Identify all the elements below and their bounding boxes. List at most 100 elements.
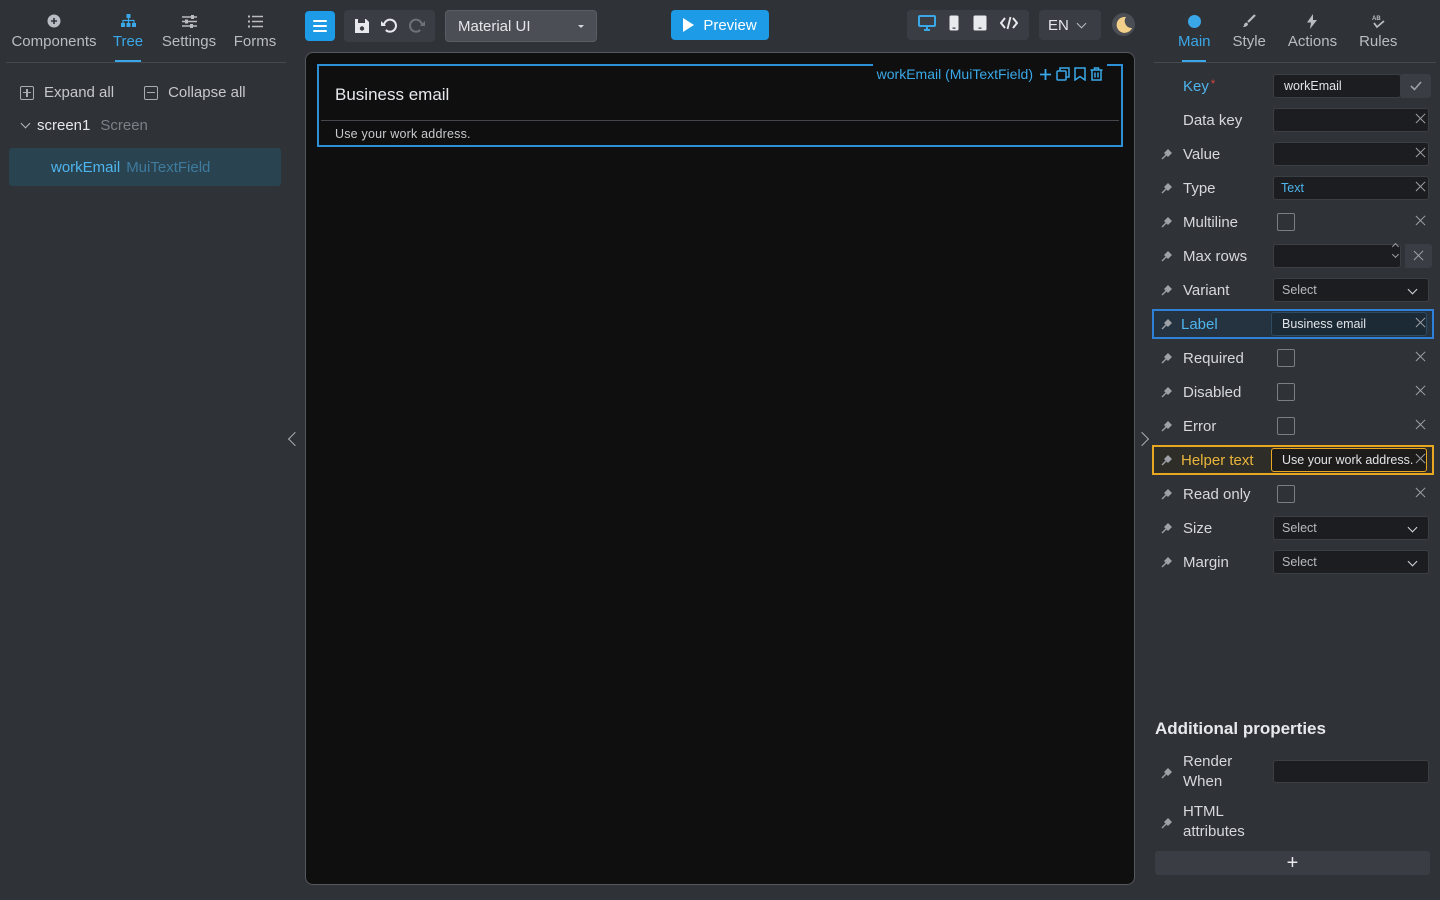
additional-properties-title: Additional properties bbox=[1155, 719, 1326, 738]
pin-icon[interactable] bbox=[1161, 488, 1173, 500]
undo-icon[interactable] bbox=[377, 14, 401, 38]
error-checkbox[interactable] bbox=[1277, 417, 1295, 435]
prop-label: Label Business email bbox=[1152, 309, 1434, 339]
expand-all-button[interactable]: Expand all bbox=[20, 84, 114, 101]
clear-icon[interactable] bbox=[1415, 453, 1426, 464]
tab-settings[interactable]: Settings bbox=[154, 0, 224, 62]
pin-icon[interactable] bbox=[1161, 766, 1173, 784]
redo-icon[interactable] bbox=[405, 14, 429, 38]
confirm-key-button[interactable] bbox=[1401, 74, 1431, 98]
tab-label: Style bbox=[1232, 33, 1266, 50]
pin-icon[interactable] bbox=[1161, 556, 1173, 568]
check-icon bbox=[1410, 81, 1422, 91]
data-key-input[interactable] bbox=[1273, 108, 1429, 132]
clear-icon[interactable] bbox=[1415, 181, 1426, 192]
pin-icon[interactable] bbox=[1161, 386, 1173, 398]
margin-select[interactable]: Select bbox=[1273, 550, 1429, 574]
pin-icon[interactable] bbox=[1161, 250, 1173, 262]
number-stepper-icon[interactable] bbox=[1391, 242, 1400, 259]
pin-icon[interactable] bbox=[1161, 318, 1173, 330]
pin-icon[interactable] bbox=[1161, 420, 1173, 432]
history-toolbar bbox=[344, 10, 435, 42]
prop-value-label: Value bbox=[1183, 145, 1221, 163]
dark-mode-toggle[interactable] bbox=[1112, 13, 1135, 36]
tab-style[interactable]: Style bbox=[1233, 0, 1266, 62]
chevron-down-icon[interactable] bbox=[20, 118, 31, 129]
clear-icon[interactable] bbox=[1415, 147, 1426, 158]
clear-icon[interactable] bbox=[1415, 487, 1426, 498]
tree-node-workemail[interactable]: workEmail MuiTextField bbox=[9, 148, 281, 186]
pin-icon[interactable] bbox=[1161, 284, 1173, 296]
disabled-checkbox[interactable] bbox=[1277, 383, 1295, 401]
multiline-checkbox[interactable] bbox=[1277, 213, 1295, 231]
clear-icon bbox=[1413, 250, 1424, 261]
size-select[interactable]: Select bbox=[1273, 516, 1429, 540]
language-select[interactable]: EN bbox=[1039, 10, 1101, 40]
svg-text:AB: AB bbox=[1372, 16, 1381, 22]
prop-data-key-label: Data key bbox=[1183, 111, 1243, 129]
pin-icon[interactable] bbox=[1161, 522, 1173, 534]
text-field-helper: Use your work address. bbox=[335, 127, 471, 141]
tab-label: Rules bbox=[1359, 33, 1398, 50]
selected-component-outline[interactable]: workEmail (MuiTextField) Business email … bbox=[317, 63, 1123, 147]
tab-components[interactable]: Components bbox=[6, 0, 102, 62]
pin-icon[interactable] bbox=[1161, 182, 1173, 194]
tab-rules[interactable]: AB Rules bbox=[1359, 0, 1397, 62]
clear-icon[interactable] bbox=[1415, 385, 1426, 396]
pin-icon[interactable] bbox=[1161, 216, 1173, 228]
clear-icon[interactable] bbox=[1415, 317, 1426, 328]
variant-select[interactable]: Select bbox=[1273, 278, 1429, 302]
tab-tree[interactable]: Tree bbox=[102, 0, 154, 62]
clear-icon[interactable] bbox=[1415, 113, 1426, 124]
tree-icon bbox=[120, 12, 136, 30]
prop-size: Size Select bbox=[1154, 513, 1432, 543]
collapse-right-panel-icon[interactable] bbox=[1134, 431, 1150, 447]
tree-root-screen1[interactable]: screen1 Screen bbox=[0, 101, 292, 134]
design-canvas[interactable]: workEmail (MuiTextField) Business email … bbox=[305, 52, 1135, 885]
tree-node-type: MuiTextField bbox=[126, 158, 211, 176]
render-when-input[interactable] bbox=[1273, 760, 1429, 783]
tab-label: Settings bbox=[161, 33, 217, 50]
pin-icon[interactable] bbox=[1161, 148, 1173, 160]
plus-circle-icon bbox=[47, 12, 61, 30]
clear-icon[interactable] bbox=[1415, 351, 1426, 362]
tab-actions[interactable]: Actions bbox=[1288, 0, 1337, 62]
mobile-icon[interactable] bbox=[949, 15, 959, 36]
prop-type: Type Text bbox=[1154, 173, 1432, 203]
read-only-checkbox[interactable] bbox=[1277, 485, 1295, 503]
clear-max-rows-button[interactable] bbox=[1405, 244, 1432, 268]
add-html-attribute-button[interactable]: + bbox=[1155, 851, 1430, 875]
tablet-icon[interactable] bbox=[973, 15, 987, 36]
tab-label: Components bbox=[11, 33, 97, 50]
collapse-all-button[interactable]: Collapse all bbox=[144, 84, 246, 101]
preview-button[interactable]: Preview bbox=[671, 10, 769, 40]
helper-text-input[interactable]: Use your work address. bbox=[1271, 448, 1427, 472]
key-input[interactable]: workEmail bbox=[1273, 74, 1401, 98]
pin-icon[interactable] bbox=[1161, 816, 1173, 834]
device-toolbar bbox=[907, 10, 1029, 40]
text-field-input[interactable]: Business email bbox=[321, 68, 1119, 121]
clear-icon[interactable] bbox=[1415, 419, 1426, 430]
save-icon[interactable] bbox=[350, 14, 374, 38]
tab-label: Actions bbox=[1287, 33, 1338, 50]
tab-forms[interactable]: Forms bbox=[224, 0, 286, 62]
ui-library-select[interactable]: Material UI bbox=[445, 10, 597, 42]
pin-icon[interactable] bbox=[1161, 352, 1173, 364]
prop-value: Value bbox=[1154, 139, 1432, 169]
code-icon[interactable] bbox=[999, 16, 1019, 35]
label-input[interactable]: Business email bbox=[1271, 312, 1427, 336]
value-input[interactable] bbox=[1273, 142, 1429, 166]
max-rows-input[interactable] bbox=[1273, 244, 1401, 268]
tab-main[interactable]: Main bbox=[1178, 0, 1211, 62]
desktop-icon[interactable] bbox=[917, 14, 936, 36]
menu-button[interactable] bbox=[305, 11, 335, 41]
caret-down-icon bbox=[578, 24, 584, 28]
prop-helper-text: Helper text Use your work address. bbox=[1152, 445, 1434, 475]
required-checkbox[interactable] bbox=[1277, 349, 1295, 367]
clear-icon[interactable] bbox=[1415, 215, 1426, 226]
brush-icon bbox=[1242, 12, 1256, 30]
type-input[interactable]: Text bbox=[1273, 176, 1429, 200]
prop-max-rows-label: Max rows bbox=[1183, 247, 1248, 265]
prop-error-label: Error bbox=[1183, 417, 1217, 435]
pin-icon[interactable] bbox=[1161, 454, 1173, 466]
